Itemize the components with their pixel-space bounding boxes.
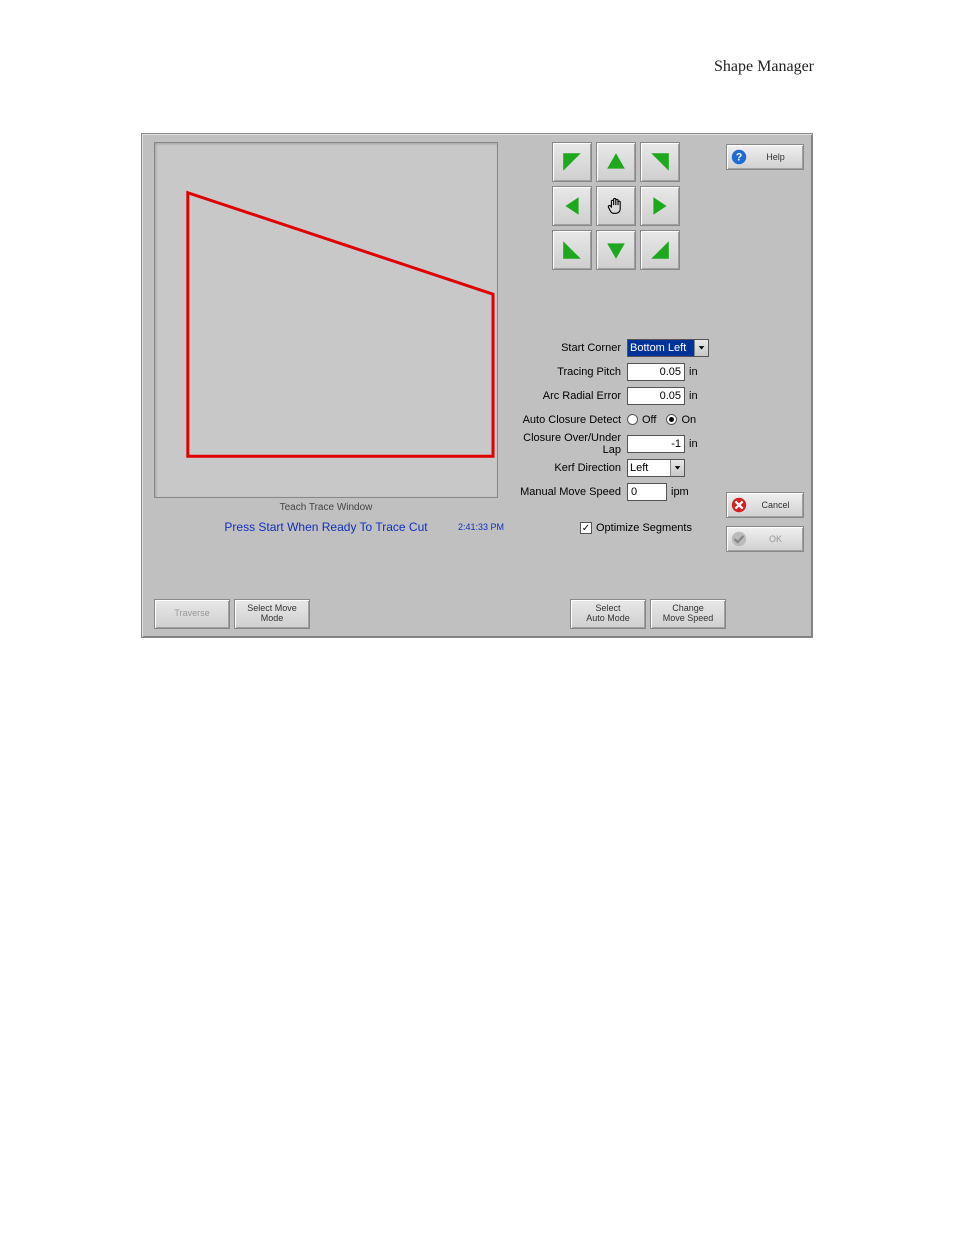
optimize-segments-label: Optimize Segments xyxy=(596,522,692,534)
auto-closure-off-radio[interactable] xyxy=(627,414,638,425)
auto-closure-on-label: On xyxy=(681,414,696,426)
cancel-button[interactable]: Cancel xyxy=(726,492,804,518)
direction-pad xyxy=(552,142,684,274)
closure-lap-label: Closure Over/Under Lap xyxy=(507,432,627,456)
manual-move-speed-unit: ipm xyxy=(667,486,697,498)
optimize-segments-checkbox[interactable]: ✓ xyxy=(580,522,592,534)
arrow-left-icon xyxy=(561,195,583,217)
dir-down-right-button[interactable] xyxy=(640,230,680,270)
arrow-up-left-icon xyxy=(561,151,583,173)
arrow-down-left-icon xyxy=(561,239,583,261)
dir-right-button[interactable] xyxy=(640,186,680,226)
dir-down-left-button[interactable] xyxy=(552,230,592,270)
trace-caption: Teach Trace Window xyxy=(154,502,498,513)
manual-move-speed-input[interactable] xyxy=(627,483,667,501)
closure-lap-unit: in xyxy=(685,438,709,450)
ok-label: OK xyxy=(752,534,803,544)
status-message: Press Start When Ready To Trace Cut xyxy=(154,520,498,534)
ok-button[interactable]: OK xyxy=(726,526,804,552)
chevron-down-icon xyxy=(694,340,708,356)
kerf-direction-value: Left xyxy=(630,462,648,474)
start-corner-value: Bottom Left xyxy=(630,342,686,354)
help-icon: ? xyxy=(730,148,748,166)
start-corner-label: Start Corner xyxy=(507,342,627,354)
arc-radial-error-unit: in xyxy=(685,390,709,402)
arc-radial-error-input[interactable] xyxy=(627,387,685,405)
dir-up-button[interactable] xyxy=(596,142,636,182)
tracing-pitch-label: Tracing Pitch xyxy=(507,366,627,378)
arc-radial-error-label: Arc Radial Error xyxy=(507,390,627,402)
select-move-mode-button[interactable]: Select Move Mode xyxy=(234,599,310,629)
optimize-segments-row: ✓ Optimize Segments xyxy=(580,522,692,534)
traverse-button[interactable]: Traverse xyxy=(154,599,230,629)
tracing-pitch-input[interactable] xyxy=(627,363,685,381)
shape-manager-window: Teach Trace Window Press Start When Read… xyxy=(141,133,813,638)
select-auto-mode-button[interactable]: Select Auto Mode xyxy=(570,599,646,629)
cancel-icon xyxy=(730,496,748,514)
auto-closure-off-label: Off xyxy=(642,414,656,426)
chevron-down-icon xyxy=(670,460,684,476)
tracing-pitch-unit: in xyxy=(685,366,709,378)
manual-move-speed-label: Manual Move Speed xyxy=(507,486,627,498)
kerf-direction-label: Kerf Direction xyxy=(507,462,627,474)
dir-up-right-button[interactable] xyxy=(640,142,680,182)
cancel-label: Cancel xyxy=(752,500,803,510)
arrow-up-right-icon xyxy=(649,151,671,173)
settings-form: Start Corner Bottom Left Tracing Pitch i… xyxy=(507,336,727,504)
dir-up-left-button[interactable] xyxy=(552,142,592,182)
page-title: Shape Manager xyxy=(714,58,814,76)
auto-closure-detect-label: Auto Closure Detect xyxy=(507,414,627,426)
arrow-down-icon xyxy=(605,239,627,261)
dir-down-button[interactable] xyxy=(596,230,636,270)
svg-text:?: ? xyxy=(736,152,743,164)
ok-icon xyxy=(730,530,748,548)
dir-center-button[interactable] xyxy=(596,186,636,226)
status-time: 2:41:33 PM xyxy=(458,522,504,532)
start-corner-select[interactable]: Bottom Left xyxy=(627,339,709,357)
change-move-speed-button[interactable]: Change Move Speed xyxy=(650,599,726,629)
help-button[interactable]: ? Help xyxy=(726,144,804,170)
arrow-right-icon xyxy=(649,195,671,217)
hand-icon xyxy=(605,195,627,217)
arrow-down-right-icon xyxy=(649,239,671,261)
help-label: Help xyxy=(752,152,803,162)
trace-shape xyxy=(155,143,497,497)
auto-closure-on-radio[interactable] xyxy=(666,414,677,425)
arrow-up-icon xyxy=(605,151,627,173)
closure-lap-input[interactable] xyxy=(627,435,685,453)
trace-preview xyxy=(154,142,498,498)
kerf-direction-select[interactable]: Left xyxy=(627,459,685,477)
dir-left-button[interactable] xyxy=(552,186,592,226)
